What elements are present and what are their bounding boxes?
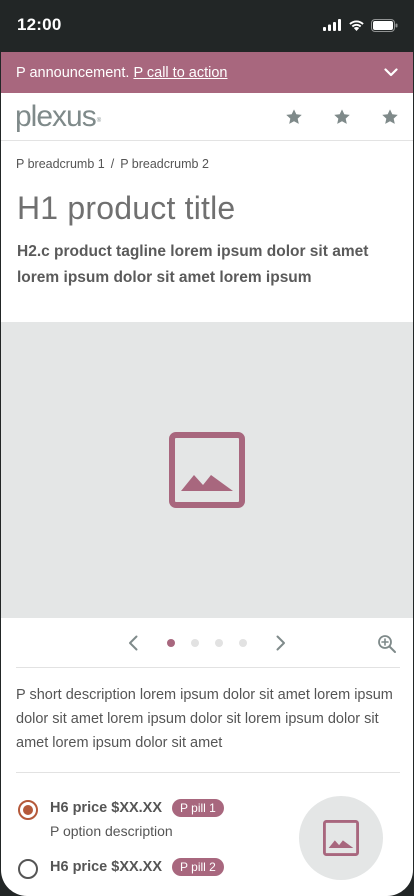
announcement-text: P announcement. (16, 64, 130, 81)
announcement-cta-link[interactable]: P call to action (133, 65, 227, 81)
option-row-2[interactable]: H6 price $XX.XX P pill 2 (18, 858, 224, 879)
battery-icon (371, 18, 398, 32)
header-actions (279, 102, 404, 131)
chevron-down-icon[interactable] (384, 68, 398, 77)
star-icon (285, 108, 302, 124)
option-row-1[interactable]: H6 price $XX.XX P pill 1 P option descri… (18, 799, 224, 839)
option-pill-2: P pill 2 (172, 858, 224, 876)
star-icon (381, 108, 398, 124)
breadcrumb-item-2[interactable]: P breadcrumb 2 (120, 157, 209, 171)
option-price-1: H6 price $XX.XX (50, 800, 163, 816)
carousel-dots (167, 639, 247, 647)
carousel-dot-3[interactable] (215, 639, 223, 647)
product-title: H1 product title (17, 190, 236, 226)
divider (16, 667, 400, 668)
chevron-left-icon (129, 635, 138, 651)
breadcrumb: P breadcrumb 1 / P breadcrumb 2 (1, 141, 413, 175)
option-radio-1[interactable] (18, 800, 38, 820)
image-placeholder-icon (323, 820, 359, 856)
product-image[interactable] (1, 322, 413, 618)
breadcrumb-item-1[interactable]: P breadcrumb 1 (16, 157, 105, 171)
carousel-controls (1, 618, 413, 668)
announcement-content: P announcement. P call to action (16, 65, 227, 81)
wifi-icon (349, 20, 364, 31)
option-price-2: H6 price $XX.XX (50, 859, 163, 875)
short-description: P short description lorem ipsum dolor si… (16, 687, 393, 751)
product-tagline: H2.c product tagline lorem ipsum dolor s… (17, 243, 369, 287)
option-radio-2[interactable] (18, 859, 38, 879)
carousel-next-button[interactable] (273, 634, 289, 652)
header-star-button-1[interactable] (279, 102, 308, 131)
carousel-dot-2[interactable] (191, 639, 199, 647)
signal-icon (323, 19, 341, 31)
status-time: 12:00 (17, 15, 62, 34)
screen: P announcement. P call to action plexus … (1, 52, 413, 896)
option-pill-1: P pill 1 (172, 799, 224, 817)
option-thumbnail[interactable] (299, 796, 383, 880)
divider (16, 772, 400, 773)
announcement-bar: P announcement. P call to action (1, 52, 413, 93)
option-description-1: P option description (50, 823, 173, 839)
carousel-prev-button[interactable] (125, 634, 141, 652)
chevron-right-icon (276, 635, 285, 651)
carousel-dot-4[interactable] (239, 639, 247, 647)
plexus-logo[interactable]: plexus ® (15, 99, 102, 133)
site-header: plexus ® (1, 93, 413, 141)
carousel-dot-1[interactable] (167, 639, 175, 647)
logo-text: plexus (15, 99, 97, 133)
image-placeholder-icon (169, 432, 245, 508)
star-icon (333, 108, 350, 124)
status-bar: 12:00 (0, 0, 414, 52)
header-star-button-3[interactable] (375, 102, 404, 131)
logo-registered-mark: ® (96, 117, 102, 124)
header-star-button-2[interactable] (327, 102, 356, 131)
zoom-icon[interactable] (377, 634, 397, 654)
status-icons (323, 18, 398, 32)
phone-frame: 12:00 P announcement. P call to action p… (0, 0, 414, 896)
breadcrumb-separator: / (110, 157, 115, 171)
